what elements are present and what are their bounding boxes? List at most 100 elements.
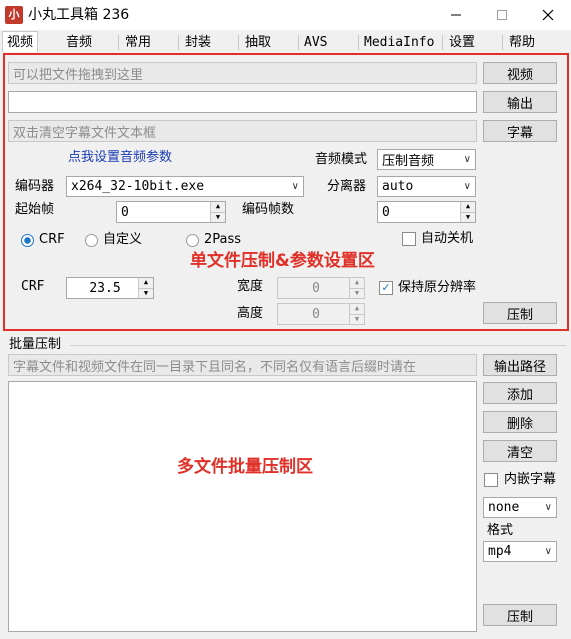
spin-down-icon[interactable]: ▼ <box>350 288 364 298</box>
keep-resolution-checkbox[interactable]: ✓ 保持原分辨率 <box>379 279 476 297</box>
spin-down-icon[interactable]: ▼ <box>350 314 364 324</box>
video-input-field[interactable]: 可以把文件拖拽到这里 <box>8 62 477 84</box>
auto-shutdown-label: 自动关机 <box>421 231 474 246</box>
radio-custom-label: 自定义 <box>103 232 143 247</box>
frame-count-input[interactable]: 0 ▲ ▼ <box>377 201 476 223</box>
spin-down-icon[interactable]: ▼ <box>139 288 153 298</box>
spin-down-icon[interactable]: ▼ <box>211 212 225 222</box>
subtitle-field[interactable]: 双击清空字幕文件文本框 <box>8 120 477 142</box>
demuxer-label: 分离器 <box>327 179 367 194</box>
crf-input[interactable]: 23.5 ▲ ▼ <box>66 277 154 299</box>
encoder-value: x264_32-10bit.exe <box>71 179 205 194</box>
radio-on-icon <box>21 233 34 247</box>
spin-buttons[interactable]: ▲ ▼ <box>210 202 225 222</box>
output-field[interactable] <box>8 91 477 113</box>
close-icon <box>542 9 554 21</box>
tab-common[interactable]: 常用 <box>125 33 151 52</box>
start-frame-label: 起始帧 <box>15 202 55 217</box>
chevron-down-icon: ∨ <box>463 154 471 165</box>
subtitle-select[interactable]: none ∨ <box>483 497 557 518</box>
video-button[interactable]: 视频 <box>483 62 557 84</box>
tab-extract[interactable]: 抽取 <box>245 33 271 52</box>
start-frame-value: 0 <box>121 204 129 220</box>
radio-off-icon <box>85 233 98 247</box>
tab-settings[interactable]: 设置 <box>449 33 475 52</box>
spin-up-icon[interactable]: ▲ <box>139 278 153 289</box>
spin-buttons[interactable]: ▲ ▼ <box>349 304 364 324</box>
tab-video[interactable]: 视频 <box>2 31 39 52</box>
tab-separator <box>502 35 503 50</box>
checkmark-icon: ✓ <box>379 281 393 295</box>
subtitle-select-value: none <box>488 500 520 515</box>
chevron-down-icon: ∨ <box>463 181 471 192</box>
spin-buttons[interactable]: ▲ ▼ <box>349 278 364 298</box>
format-value: mp4 <box>488 544 512 559</box>
spin-buttons[interactable]: ▲ ▼ <box>460 202 475 222</box>
output-button[interactable]: 输出 <box>483 91 557 113</box>
spin-down-icon[interactable]: ▼ <box>461 212 475 222</box>
format-select[interactable]: mp4 ∨ <box>483 541 557 562</box>
subtitle-button[interactable]: 字幕 <box>483 120 557 142</box>
audio-mode-label: 音频模式 <box>315 152 368 167</box>
audio-settings-link[interactable]: 点我设置音频参数 <box>68 149 172 167</box>
frame-count-value: 0 <box>382 204 390 220</box>
spin-up-icon[interactable]: ▲ <box>461 202 475 213</box>
height-value: 0 <box>312 306 320 322</box>
crf-label: CRF <box>21 279 45 294</box>
encode-button[interactable]: 压制 <box>483 302 557 324</box>
app-icon: 小 <box>5 6 23 24</box>
width-input[interactable]: 0 ▲ ▼ <box>277 277 365 299</box>
tab-mux[interactable]: 封装 <box>185 33 211 52</box>
clear-button[interactable]: 清空 <box>483 440 557 462</box>
maximize-button[interactable] <box>479 0 525 30</box>
batch-encode-button[interactable]: 压制 <box>483 604 557 626</box>
batch-region-annotation: 多文件批量压制区 <box>177 457 313 477</box>
tab-separator <box>442 35 443 50</box>
checkbox-empty-icon <box>484 473 498 487</box>
close-button[interactable] <box>525 0 571 30</box>
audio-mode-select[interactable]: 压制音频 ∨ <box>377 149 476 170</box>
height-input[interactable]: 0 ▲ ▼ <box>277 303 365 325</box>
window-title: 小丸工具箱 236 <box>28 7 130 23</box>
crf-value: 23.5 <box>89 280 121 296</box>
chevron-down-icon: ∨ <box>544 502 552 513</box>
width-label: 宽度 <box>237 279 264 294</box>
minimize-button[interactable] <box>433 0 479 30</box>
tab-audio[interactable]: 音频 <box>66 33 92 52</box>
tab-separator <box>118 35 119 50</box>
start-frame-input[interactable]: 0 ▲ ▼ <box>116 201 226 223</box>
encoder-select[interactable]: x264_32-10bit.exe ∨ <box>66 176 304 197</box>
tab-separator <box>358 35 359 50</box>
minimize-icon <box>451 14 461 16</box>
batch-hint-field[interactable]: 字幕文件和视频文件在同一目录下且同名，不同名仅有语言后缀时请在 <box>8 354 477 376</box>
radio-off-icon <box>186 233 199 247</box>
output-path-button[interactable]: 输出路径 <box>483 354 557 376</box>
radio-custom[interactable]: 自定义 <box>85 231 142 249</box>
tab-separator <box>298 35 299 50</box>
chevron-down-icon: ∨ <box>291 181 299 192</box>
format-label: 格式 <box>487 523 514 538</box>
tab-mediainfo[interactable]: MediaInfo <box>364 33 434 52</box>
spin-buttons[interactable]: ▲ ▼ <box>138 278 153 298</box>
batch-file-list[interactable] <box>8 381 477 632</box>
keep-resolution-label: 保持原分辨率 <box>398 280 477 295</box>
tab-help[interactable]: 帮助 <box>509 33 535 52</box>
demuxer-select[interactable]: auto ∨ <box>377 176 476 197</box>
embed-subtitle-checkbox[interactable]: 内嵌字幕 <box>484 471 556 489</box>
height-label: 高度 <box>237 306 264 321</box>
tab-avs[interactable]: AVS <box>304 33 327 52</box>
radio-crf-label: CRF <box>39 232 65 247</box>
tab-separator <box>238 35 239 50</box>
group-divider <box>70 345 566 346</box>
auto-shutdown-checkbox[interactable]: 自动关机 <box>402 230 473 248</box>
audio-mode-value: 压制音频 <box>382 154 435 169</box>
spin-up-icon[interactable]: ▲ <box>350 304 364 315</box>
add-button[interactable]: 添加 <box>483 382 557 404</box>
spin-up-icon[interactable]: ▲ <box>350 278 364 289</box>
spin-up-icon[interactable]: ▲ <box>211 202 225 213</box>
checkbox-empty-icon <box>402 232 416 246</box>
delete-button[interactable]: 删除 <box>483 411 557 433</box>
radio-crf[interactable]: CRF <box>21 231 65 249</box>
batch-group-label: 批量压制 <box>9 337 62 352</box>
width-value: 0 <box>312 280 320 296</box>
